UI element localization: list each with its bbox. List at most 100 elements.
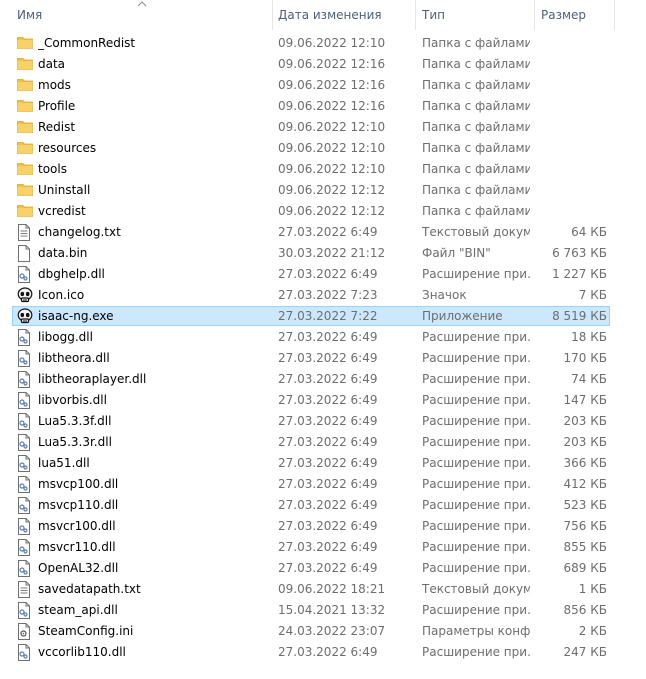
file-type: Расширение при... — [422, 330, 530, 344]
file-date: 27.03.2022 6:49 — [278, 372, 378, 386]
file-type: Расширение при... — [422, 393, 530, 407]
dll-file-icon — [17, 392, 35, 409]
file-date: 27.03.2022 6:49 — [278, 498, 378, 512]
dll-file-icon — [17, 476, 35, 493]
file-row[interactable]: Lua5.3.3f.dll 27.03.2022 6:49 Расширение п… — [0, 411, 646, 432]
file-type: Папка с файлами — [422, 120, 530, 134]
file-row[interactable]: Icon.ico 27.03.2022 7:23 Значок 7 КБ — [0, 285, 646, 306]
file-size: 366 КБ — [563, 456, 607, 470]
file-size — [530, 201, 607, 222]
file-name: steam_api.dll — [38, 603, 118, 617]
file-row[interactable]: Redist 09.06.2022 12:10 Папка с файлами — [0, 117, 646, 138]
folder-icon — [17, 161, 35, 178]
file-row[interactable]: vcredist 09.06.2022 12:12 Папка с файлами — [0, 201, 646, 222]
file-type: Расширение при... — [422, 540, 530, 554]
file-row[interactable]: data 09.06.2022 12:16 Папка с файлами — [0, 54, 646, 75]
file-row[interactable]: _CommonRedist 09.06.2022 12:10 Папка с фай… — [0, 33, 646, 54]
file-name: resources — [38, 141, 97, 155]
file-type: Расширение при... — [422, 519, 530, 533]
file-row[interactable]: libtheora.dll 27.03.2022 6:49 Расширение п… — [0, 348, 646, 369]
column-header-type[interactable]: Тип — [422, 0, 530, 30]
file-row[interactable]: savedatapath.txt 09.06.2022 18:21 Текстовы… — [0, 579, 646, 600]
file-size: 147 КБ — [563, 393, 607, 407]
file-name: libvorbis.dll — [38, 393, 107, 407]
file-row[interactable]: Profile 09.06.2022 12:16 Папка с файлами — [0, 96, 646, 117]
file-row[interactable]: Uninstall 09.06.2022 12:12 Папка с файлами — [0, 180, 646, 201]
file-name: msvcr100.dll — [38, 519, 116, 533]
file-date: 27.03.2022 6:49 — [278, 477, 378, 491]
file-row[interactable]: data.bin 30.03.2022 21:12 Файл "BIN" 6 763 … — [0, 243, 646, 264]
dll-file-icon — [17, 371, 35, 388]
file-type: Расширение при... — [422, 498, 530, 512]
file-row[interactable]: vccorlib110.dll 27.03.2022 6:49 Расширение… — [0, 642, 646, 663]
dll-file-icon — [17, 350, 35, 367]
column-divider[interactable] — [614, 0, 615, 30]
dll-file-icon — [17, 434, 35, 451]
file-date: 24.03.2022 23:07 — [278, 624, 386, 638]
file-type: Значок — [422, 288, 467, 302]
dll-file-icon — [17, 560, 35, 577]
file-row[interactable]: mods 09.06.2022 12:16 Папка с файлами — [0, 75, 646, 96]
file-type: Параметры конф... — [422, 624, 530, 638]
column-header-date[interactable]: Дата изменения — [278, 0, 413, 30]
file-row[interactable]: lua51.dll 27.03.2022 6:49 Расширение при..… — [0, 453, 646, 474]
column-header-name[interactable]: Имя — [17, 0, 267, 30]
ini-file-icon — [17, 623, 35, 640]
file-row[interactable]: resources 09.06.2022 12:10 Папка с файлами — [0, 138, 646, 159]
file-name: _CommonRedist — [38, 36, 136, 50]
file-row[interactable]: libvorbis.dll 27.03.2022 6:49 Расширение п… — [0, 390, 646, 411]
file-row[interactable]: SteamConfig.ini 24.03.2022 23:07 Параметры… — [0, 621, 646, 642]
file-date: 27.03.2022 6:49 — [278, 393, 378, 407]
file-name: lua51.dll — [38, 456, 90, 470]
file-row[interactable]: changelog.txt 27.03.2022 6:49 Текстовый до… — [0, 222, 646, 243]
file-name: Icon.ico — [38, 288, 85, 302]
file-date: 27.03.2022 6:49 — [278, 645, 378, 659]
file-date: 09.06.2022 12:16 — [278, 57, 386, 71]
file-row[interactable]: libtheoraplayer.dll 27.03.2022 6:49 Расшир… — [0, 369, 646, 390]
column-divider[interactable] — [415, 0, 416, 30]
folder-icon — [17, 140, 35, 157]
file-size: 18 КБ — [571, 330, 607, 344]
file-size: 64 КБ — [571, 225, 607, 239]
file-type: Расширение при... — [422, 561, 530, 575]
folder-icon — [17, 98, 35, 115]
file-row[interactable]: libogg.dll 27.03.2022 6:49 Расширение при.… — [0, 327, 646, 348]
file-name: Profile — [38, 99, 76, 113]
file-date: 27.03.2022 6:49 — [278, 540, 378, 554]
file-row[interactable]: isaac-ng.exe 27.03.2022 7:22 Приложение 8 5… — [0, 306, 646, 327]
file-row[interactable]: tools 09.06.2022 12:10 Папка с файлами — [0, 159, 646, 180]
file-size: 247 КБ — [563, 645, 607, 659]
file-date: 27.03.2022 6:49 — [278, 435, 378, 449]
skull-icon — [17, 308, 35, 325]
file-size: 170 КБ — [563, 351, 607, 365]
file-row[interactable]: Lua5.3.3r.dll 27.03.2022 6:49 Расширение п… — [0, 432, 646, 453]
file-row[interactable]: msvcp110.dll 27.03.2022 6:49 Расширение пр… — [0, 495, 646, 516]
folder-icon — [17, 182, 35, 199]
file-size: 855 КБ — [563, 540, 607, 554]
file-name: data — [38, 57, 66, 71]
dll-file-icon — [17, 539, 35, 556]
file-type: Приложение — [422, 309, 503, 323]
column-header-size[interactable]: Размер — [541, 0, 611, 30]
file-name: OpenAL32.dll — [38, 561, 119, 575]
column-divider[interactable] — [534, 0, 535, 30]
file-row[interactable]: steam_api.dll 15.04.2021 13:32 Расширение … — [0, 600, 646, 621]
dll-file-icon — [17, 455, 35, 472]
column-divider[interactable] — [272, 0, 273, 30]
file-size — [530, 138, 607, 159]
dll-file-icon — [17, 413, 35, 430]
file-name: libtheora.dll — [38, 351, 110, 365]
file-row[interactable]: OpenAL32.dll 27.03.2022 6:49 Расширение пр… — [0, 558, 646, 579]
file-row[interactable]: msvcp100.dll 27.03.2022 6:49 Расширение пр… — [0, 474, 646, 495]
file-date: 27.03.2022 6:49 — [278, 456, 378, 470]
file-row[interactable]: msvcr110.dll 27.03.2022 6:49 Расширение пр… — [0, 537, 646, 558]
file-date: 09.06.2022 12:10 — [278, 36, 386, 50]
file-row[interactable]: dbghelp.dll 27.03.2022 6:49 Расширение при… — [0, 264, 646, 285]
file-size: 7 КБ — [578, 288, 607, 302]
file-date: 27.03.2022 7:23 — [278, 288, 378, 302]
file-type: Расширение при... — [422, 477, 530, 491]
file-date: 27.03.2022 6:49 — [278, 267, 378, 281]
skull-icon — [17, 287, 35, 304]
file-type: Папка с файлами — [422, 57, 530, 71]
file-row[interactable]: msvcr100.dll 27.03.2022 6:49 Расширение пр… — [0, 516, 646, 537]
